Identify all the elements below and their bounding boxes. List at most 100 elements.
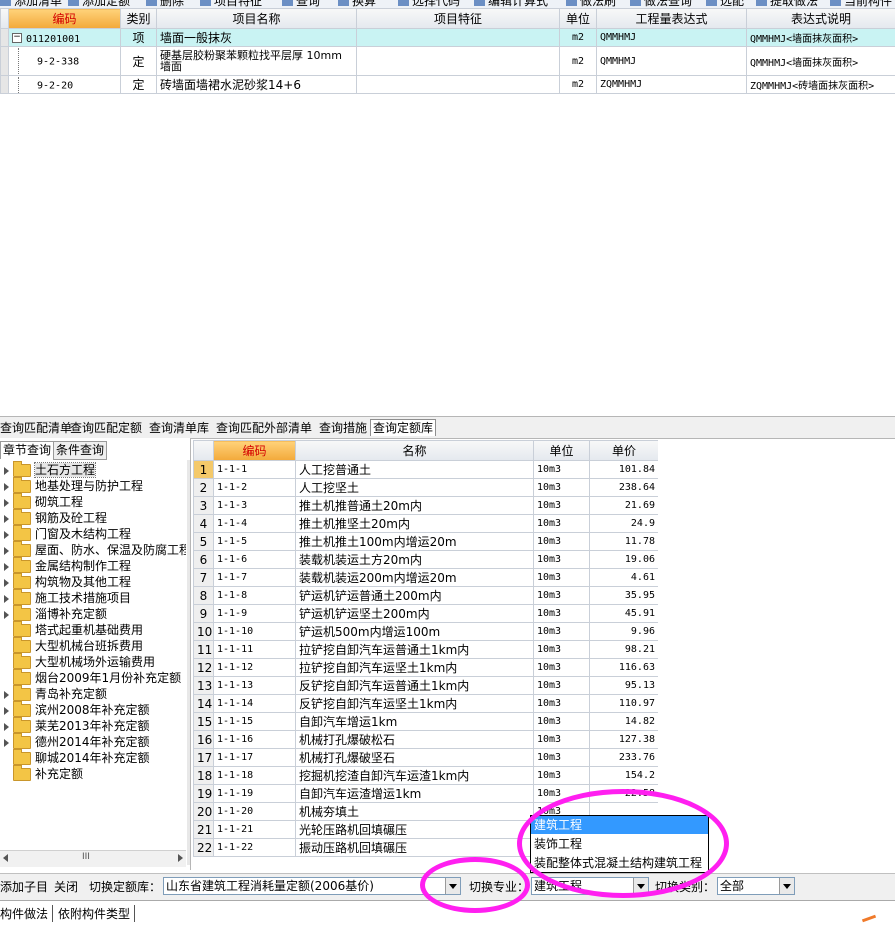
unit-cell[interactable]: 10m3 bbox=[534, 641, 590, 659]
category-select[interactable]: 全部 bbox=[717, 877, 795, 895]
desc-cell[interactable]: ZQMMHMJ<砖墙面抹灰面积> bbox=[747, 76, 895, 94]
desc-cell[interactable]: QMMHMJ<墙面抹灰面积> bbox=[747, 47, 895, 76]
price-cell[interactable]: 21.69 bbox=[590, 497, 659, 515]
price-cell[interactable]: 4.61 bbox=[590, 569, 659, 587]
name-cell[interactable]: 硬基层胶粉聚苯颗粒找平层厚 10mm墙面 bbox=[157, 47, 357, 76]
collapse-icon[interactable]: − bbox=[12, 33, 22, 43]
code-cell[interactable]: 1-1-4 bbox=[214, 515, 296, 533]
tab-query-measures[interactable]: 查询措施 bbox=[319, 420, 367, 436]
name-cell[interactable]: 挖掘机挖渣自卸汽车运渣1km内 bbox=[296, 767, 534, 785]
unit-cell[interactable]: m2 bbox=[560, 29, 597, 47]
name-cell[interactable]: 反铲挖自卸汽车运普通土1km内 bbox=[296, 677, 534, 695]
table-row[interactable]: 41-1-4推土机推坚土20m内10m324.9 bbox=[194, 515, 659, 533]
price-cell[interactable]: 24.9 bbox=[590, 515, 659, 533]
name-cell[interactable]: 机械打孔爆破松石 bbox=[296, 731, 534, 749]
expand-arrow-icon[interactable] bbox=[4, 483, 9, 491]
row-number-cell[interactable]: 15 bbox=[194, 713, 214, 731]
code-cell[interactable]: 1-1-21 bbox=[214, 821, 296, 839]
row-number-cell[interactable]: 7 bbox=[194, 569, 214, 587]
name-cell[interactable]: 砖墙面墙裙水泥砂浆14+6 bbox=[157, 76, 357, 94]
table-row[interactable]: 111-1-11拉铲挖自卸汽车运普通土1km内10m398.21 bbox=[194, 641, 659, 659]
tree-node[interactable]: 金属结构制作工程 bbox=[4, 558, 131, 574]
name-cell[interactable]: 铲运机500m内增运100m bbox=[296, 623, 534, 641]
price-cell[interactable]: 45.91 bbox=[590, 605, 659, 623]
row-number-cell[interactable]: 12 bbox=[194, 659, 214, 677]
expand-arrow-icon[interactable] bbox=[4, 467, 9, 475]
tree-node[interactable]: 聊城2014年补充定额 bbox=[13, 750, 150, 766]
price-cell[interactable]: 19.06 bbox=[590, 551, 659, 569]
code-cell[interactable]: 1-1-1 bbox=[214, 461, 296, 479]
row-number-cell[interactable]: 4 bbox=[194, 515, 214, 533]
code-cell[interactable]: 1-1-8 bbox=[214, 587, 296, 605]
price-cell[interactable]: 14.82 bbox=[590, 713, 659, 731]
tree-horizontal-scrollbar[interactable]: III bbox=[0, 850, 186, 867]
tab-query-external-list[interactable]: 查询匹配外部清单 bbox=[216, 420, 312, 436]
add-list-button[interactable]: 添加清单 bbox=[0, 0, 62, 8]
col-header-name[interactable]: 项目名称 bbox=[157, 9, 357, 29]
unit-cell[interactable]: 10m3 bbox=[534, 659, 590, 677]
tree-node[interactable]: 德州2014年补充定额 bbox=[4, 734, 150, 750]
name-cell[interactable]: 反铲挖自卸汽车运坚土1km内 bbox=[296, 695, 534, 713]
code-cell[interactable]: 1-1-14 bbox=[214, 695, 296, 713]
desc-cell[interactable]: QMMHMJ<墙面抹灰面积> bbox=[747, 29, 895, 47]
row-number-cell[interactable]: 19 bbox=[194, 785, 214, 803]
code-cell[interactable]: 1-1-2 bbox=[214, 479, 296, 497]
current-component-button[interactable]: 当前构件 bbox=[830, 0, 892, 8]
convert-button[interactable]: 换算 bbox=[338, 0, 376, 8]
method-brush-button[interactable]: 做法刷 bbox=[566, 0, 616, 8]
row-number-cell[interactable]: 2 bbox=[194, 479, 214, 497]
code-cell[interactable]: 1-1-13 bbox=[214, 677, 296, 695]
expand-arrow-icon[interactable] bbox=[4, 547, 9, 555]
unit-cell[interactable]: 10m3 bbox=[534, 533, 590, 551]
table-row[interactable]: 71-1-7装载机装运200m内增运20m10m34.61 bbox=[194, 569, 659, 587]
code-cell[interactable]: 1-1-9 bbox=[214, 605, 296, 623]
row-number-cell[interactable]: 17 bbox=[194, 749, 214, 767]
tab-query-list-library[interactable]: 查询清单库 bbox=[149, 420, 209, 436]
col-header-type[interactable]: 类别 bbox=[121, 9, 157, 29]
tab-component-method[interactable]: 构件做法 bbox=[0, 905, 53, 922]
unit-cell[interactable]: 10m3 bbox=[534, 587, 590, 605]
price-cell[interactable]: 95.13 bbox=[590, 677, 659, 695]
tab-chapter-query[interactable]: 章节查询 bbox=[0, 441, 54, 459]
code-cell[interactable]: 1-1-19 bbox=[214, 785, 296, 803]
table-row[interactable]: 51-1-5推土机推土100m内增运20m10m311.78 bbox=[194, 533, 659, 551]
code-cell[interactable]: 1-1-12 bbox=[214, 659, 296, 677]
tree-node[interactable]: 屋面、防水、保温及防腐工程 bbox=[4, 542, 186, 558]
name-cell[interactable]: 装载机装运土方20m内 bbox=[296, 551, 534, 569]
code-cell[interactable]: 1-1-16 bbox=[214, 731, 296, 749]
name-cell[interactable]: 机械打孔爆破坚石 bbox=[296, 749, 534, 767]
expand-arrow-icon[interactable] bbox=[4, 499, 9, 507]
table-row[interactable]: 171-1-17机械打孔爆破坚石10m3233.76 bbox=[194, 749, 659, 767]
tree-node[interactable]: 莱芜2013年补充定额 bbox=[4, 718, 150, 734]
type-cell[interactable]: 定 bbox=[121, 76, 157, 94]
name-cell[interactable]: 铲运机铲运坚土200m内 bbox=[296, 605, 534, 623]
name-cell[interactable]: 推土机推普通土20m内 bbox=[296, 497, 534, 515]
expand-arrow-icon[interactable] bbox=[4, 563, 9, 571]
col-header-unit[interactable]: 单位 bbox=[560, 9, 597, 29]
tree-node[interactable]: 钢筋及砼工程 bbox=[4, 510, 107, 526]
table-row[interactable]: 81-1-8铲运机铲运普通土200m内10m335.95 bbox=[194, 587, 659, 605]
name-cell[interactable]: 振动压路机回填碾压 bbox=[296, 839, 534, 857]
tree-node[interactable]: 塔式起重机基础费用 bbox=[13, 622, 143, 638]
expr-cell[interactable]: QMMHMJ bbox=[597, 29, 747, 47]
tree-node[interactable]: 砌筑工程 bbox=[4, 494, 83, 510]
expand-arrow-icon[interactable] bbox=[4, 579, 9, 587]
row-number-cell[interactable]: 1 bbox=[194, 461, 214, 479]
row-number-cell[interactable]: 11 bbox=[194, 641, 214, 659]
row-number-cell[interactable]: 5 bbox=[194, 533, 214, 551]
price-cell[interactable]: 154.2 bbox=[590, 767, 659, 785]
col-header-unit[interactable]: 单位 bbox=[534, 441, 590, 461]
scroll-right-icon[interactable] bbox=[178, 854, 183, 862]
table-row[interactable]: 141-1-14反铲挖自卸汽车运坚土1km内10m3110.97 bbox=[194, 695, 659, 713]
price-cell[interactable]: 233.76 bbox=[590, 749, 659, 767]
table-row[interactable]: 21-1-2人工挖坚土10m3238.64 bbox=[194, 479, 659, 497]
tree-node[interactable]: 大型机械台班拆费用 bbox=[13, 638, 143, 654]
expand-arrow-icon[interactable] bbox=[4, 531, 9, 539]
code-cell[interactable]: −011201001 bbox=[9, 29, 121, 47]
table-row[interactable]: 161-1-16机械打孔爆破松石10m3127.38 bbox=[194, 731, 659, 749]
scroll-thumb-grip[interactable]: III bbox=[82, 852, 90, 862]
name-cell[interactable]: 自卸汽车增运1km bbox=[296, 713, 534, 731]
delete-button[interactable]: 删除 bbox=[146, 0, 184, 8]
table-row[interactable]: 11-1-1人工挖普通土10m3101.84 bbox=[194, 461, 659, 479]
name-cell[interactable]: 推土机推坚土20m内 bbox=[296, 515, 534, 533]
